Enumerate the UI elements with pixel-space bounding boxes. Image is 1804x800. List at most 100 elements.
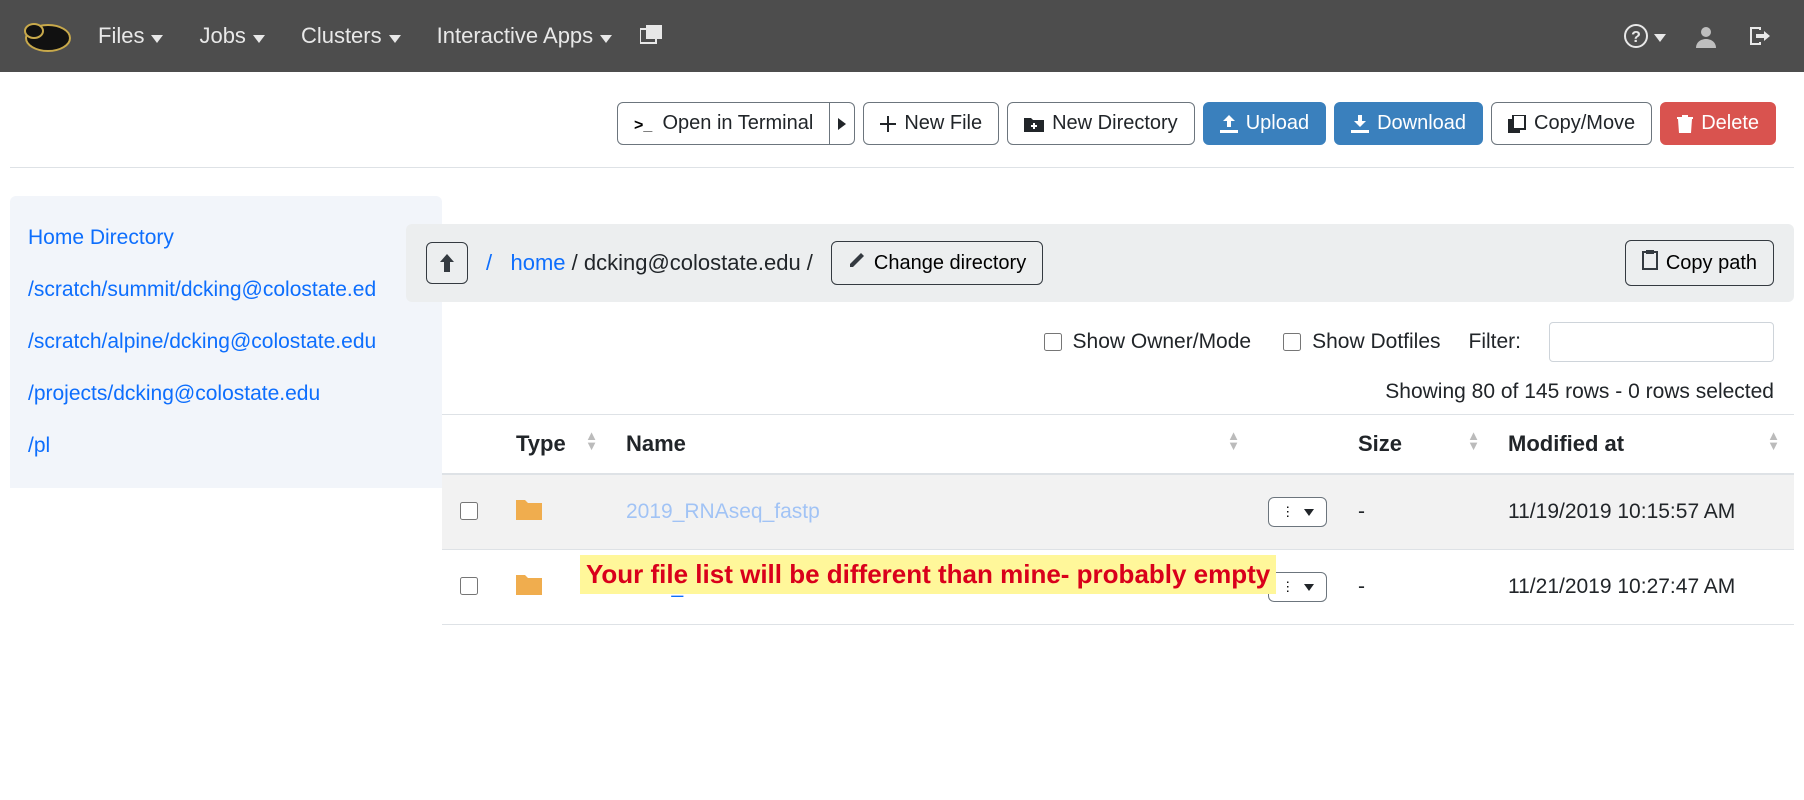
copy-path-button[interactable]: Copy path	[1625, 240, 1774, 286]
sidebar-item-scratch-alpine[interactable]: /scratch/alpine/dcking@colostate.edu	[28, 316, 424, 368]
row-checkbox[interactable]	[460, 502, 478, 520]
filter-input[interactable]	[1549, 322, 1774, 362]
copy-icon	[1508, 115, 1526, 133]
col-actions	[1254, 415, 1344, 475]
sidebar-item-scratch-summit[interactable]: /scratch/summit/dcking@colostate.ed	[28, 264, 424, 316]
copy-move-button[interactable]: Copy/Move	[1491, 102, 1652, 145]
caret-down-icon	[600, 23, 612, 49]
sort-icon: ▲▼	[1467, 431, 1480, 451]
nav-help[interactable]: ?	[1610, 24, 1680, 48]
sort-icon: ▲▼	[585, 431, 598, 451]
breadcrumb: / home / dcking@colostate.edu /	[486, 250, 813, 276]
nav-files-label: Files	[98, 23, 144, 49]
upload-label: Upload	[1246, 112, 1309, 135]
download-icon	[1351, 115, 1369, 133]
svg-text:?: ?	[1631, 29, 1641, 46]
directory-sidebar: Home Directory /scratch/summit/dcking@co…	[10, 196, 442, 488]
user-icon	[1694, 24, 1718, 48]
sidebar-item-pl[interactable]: /pl	[28, 420, 424, 472]
breadcrumb-current: dcking@colostate.edu /	[584, 250, 813, 275]
upload-icon	[1220, 115, 1238, 133]
breadcrumb-root[interactable]: /	[486, 250, 492, 275]
sort-icon: ▲▼	[1227, 431, 1240, 451]
file-name-link[interactable]: 2019_RNAseq_fastp	[626, 500, 820, 523]
nav-interactive-apps[interactable]: Interactive Apps	[419, 0, 631, 72]
breadcrumb-home[interactable]: home	[510, 250, 565, 275]
show-dotfiles-toggle[interactable]: Show Dotfiles	[1279, 330, 1440, 354]
nav-files[interactable]: Files	[80, 0, 181, 72]
plus-icon	[880, 116, 896, 132]
open-terminal-button[interactable]: >_ Open in Terminal	[617, 102, 830, 145]
show-dotfiles-checkbox[interactable]	[1283, 333, 1301, 351]
download-label: Download	[1377, 112, 1466, 135]
help-icon: ?	[1624, 24, 1648, 48]
caret-down-icon	[1304, 509, 1314, 516]
show-owner-toggle[interactable]: Show Owner/Mode	[1040, 330, 1252, 354]
top-navbar: Files Jobs Clusters Interactive Apps ?	[0, 0, 1804, 72]
copy-path-label: Copy path	[1666, 252, 1757, 275]
table-row[interactable]: 2019_RNAseq_fastp ⋮ - 11/19/2019 10:15:5…	[442, 474, 1794, 550]
terminal-icon: >_	[634, 116, 654, 132]
row-size: -	[1344, 474, 1494, 550]
caret-down-icon	[1654, 25, 1666, 48]
file-table: Type ▲▼ Name ▲▼ Size ▲▼ M	[442, 414, 1794, 625]
nav-jobs-label: Jobs	[199, 23, 245, 49]
file-panel: / home / dcking@colostate.edu / Change d…	[442, 196, 1794, 625]
row-size: -	[1344, 550, 1494, 625]
arrow-up-icon	[438, 254, 456, 272]
sidebar-item-home[interactable]: Home Directory	[28, 212, 424, 264]
delete-button[interactable]: Delete	[1660, 102, 1776, 145]
col-type[interactable]: Type ▲▼	[502, 415, 612, 475]
folder-plus-icon	[1024, 116, 1044, 132]
row-modified: 11/19/2019 10:15:57 AM	[1494, 474, 1794, 550]
caret-down-icon	[253, 23, 265, 49]
col-modified[interactable]: Modified at ▲▼	[1494, 415, 1794, 475]
upload-button[interactable]: Upload	[1203, 102, 1326, 145]
new-file-label: New File	[904, 112, 982, 135]
clipboard-icon	[1642, 250, 1658, 276]
table-row[interactable]: bash_tests ⋮ - 11/21/2019 10:27:47 AM	[442, 550, 1794, 625]
row-actions-button[interactable]: ⋮	[1268, 497, 1327, 527]
caret-right-icon	[838, 118, 846, 130]
filter-label: Filter:	[1469, 330, 1522, 354]
nav-windows-icon[interactable]	[630, 0, 682, 72]
copy-move-label: Copy/Move	[1534, 112, 1635, 135]
open-terminal-group: >_ Open in Terminal	[617, 102, 855, 145]
nav-logout[interactable]	[1732, 24, 1784, 48]
col-size[interactable]: Size ▲▼	[1344, 415, 1494, 475]
open-terminal-dropdown[interactable]	[830, 102, 855, 145]
kebab-icon: ⋮	[1281, 579, 1294, 595]
nav-jobs[interactable]: Jobs	[181, 0, 282, 72]
caret-down-icon	[1304, 584, 1314, 591]
trash-icon	[1677, 115, 1693, 133]
up-directory-button[interactable]	[426, 242, 468, 284]
sort-icon: ▲▼	[1767, 431, 1780, 451]
new-directory-label: New Directory	[1052, 112, 1178, 135]
show-owner-label: Show Owner/Mode	[1073, 330, 1252, 354]
change-directory-label: Change directory	[874, 252, 1026, 275]
change-directory-button[interactable]: Change directory	[831, 241, 1043, 285]
nav-clusters-label: Clusters	[301, 23, 382, 49]
svg-text:>_: >_	[634, 117, 653, 132]
logout-icon	[1746, 24, 1770, 48]
col-name[interactable]: Name ▲▼	[612, 415, 1254, 475]
file-name-link[interactable]: bash_tests	[626, 575, 728, 598]
nav-user[interactable]	[1680, 24, 1732, 48]
sidebar-item-projects[interactable]: /projects/dcking@colostate.edu	[28, 368, 424, 420]
windows-icon	[640, 25, 664, 47]
app-logo	[20, 16, 80, 56]
file-toolbar: >_ Open in Terminal New File New Directo…	[10, 72, 1794, 168]
row-actions-button[interactable]: ⋮	[1268, 572, 1327, 602]
edit-icon	[848, 251, 866, 275]
row-checkbox[interactable]	[460, 577, 478, 595]
folder-icon	[516, 577, 542, 600]
kebab-icon: ⋮	[1281, 504, 1294, 520]
show-owner-checkbox[interactable]	[1044, 333, 1062, 351]
status-text: Showing 80 of 145 rows - 0 rows selected	[442, 374, 1794, 414]
new-directory-button[interactable]: New Directory	[1007, 102, 1195, 145]
new-file-button[interactable]: New File	[863, 102, 999, 145]
row-modified: 11/21/2019 10:27:47 AM	[1494, 550, 1794, 625]
show-dotfiles-label: Show Dotfiles	[1312, 330, 1440, 354]
download-button[interactable]: Download	[1334, 102, 1483, 145]
nav-clusters[interactable]: Clusters	[283, 0, 419, 72]
